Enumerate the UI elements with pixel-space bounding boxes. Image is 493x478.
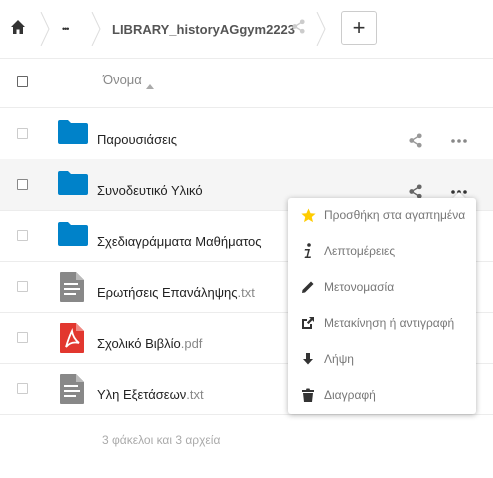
menu-item-delete[interactable]: Διαγραφή (288, 378, 476, 414)
info-icon (300, 243, 316, 259)
new-item-button[interactable]: + (341, 11, 377, 45)
breadcrumb-separator (316, 12, 326, 46)
more-icon: ••• (62, 24, 70, 34)
breadcrumb-current-folder[interactable]: LIBRARY_historyAGgym2223 (112, 0, 295, 58)
menu-item-rename[interactable]: Μετονομασία (288, 270, 476, 306)
trash-icon (300, 387, 316, 403)
pencil-icon (300, 279, 316, 295)
breadcrumb-separator (91, 12, 101, 46)
row-share-button[interactable] (408, 133, 423, 153)
breadcrumb-bar: ••• LIBRARY_historyAGgym2223 + (0, 0, 493, 59)
sort-by-name-header[interactable]: Όνομα (103, 72, 142, 87)
plus-icon: + (352, 15, 366, 40)
breadcrumb-more[interactable]: ••• (62, 0, 70, 58)
row-checkbox[interactable] (17, 281, 28, 292)
select-all-checkbox[interactable] (17, 76, 28, 87)
file-list-header: Όνομα (0, 58, 493, 108)
file-name[interactable]: Συνοδευτικό Υλικό (97, 183, 203, 198)
text-file-icon (60, 374, 84, 409)
file-actions-menu: Προσθήκη στα αγαπημένα Λεπτομέρειες Μετο… (288, 198, 476, 414)
menu-item-download[interactable]: Λήψη (288, 342, 476, 378)
file-name[interactable]: Ερωτήσεις Επανάληψης.txt (97, 285, 255, 300)
menu-item-move-or-copy[interactable]: Μετακίνηση ή αντιγραφή (288, 306, 476, 342)
file-name[interactable]: Σχεδιαγράμματα Μαθήματος (97, 234, 262, 249)
folder-icon (58, 120, 88, 149)
file-count-summary: 3 φάκελοι και 3 αρχεία (102, 433, 221, 447)
breadcrumb-separator (40, 12, 50, 46)
star-icon (300, 207, 316, 223)
folder-icon (58, 171, 88, 200)
row-checkbox[interactable] (17, 128, 28, 139)
row-checkbox[interactable] (17, 179, 28, 190)
file-row[interactable]: Παρουσιάσεις (0, 108, 493, 160)
sort-ascending-icon (146, 76, 154, 94)
home-crumb[interactable] (10, 0, 26, 58)
row-actions-button[interactable] (451, 134, 467, 152)
file-name[interactable]: Παρουσιάσεις (97, 132, 177, 147)
home-icon (10, 19, 26, 40)
row-checkbox[interactable] (17, 332, 28, 343)
pdf-file-icon (60, 323, 84, 358)
folder-icon (58, 222, 88, 251)
file-name[interactable]: Υλη Εξετάσεων.txt (97, 387, 204, 402)
external-move-icon (300, 315, 316, 331)
menu-item-add-to-favorites[interactable]: Προσθήκη στα αγαπημένα (288, 198, 476, 234)
download-icon (300, 351, 316, 367)
folder-share-button[interactable] (291, 0, 306, 58)
row-checkbox[interactable] (17, 230, 28, 241)
menu-item-details[interactable]: Λεπτομέρειες (288, 234, 476, 270)
file-name[interactable]: Σχολικό Βιβλίο.pdf (97, 336, 202, 351)
share-icon (291, 19, 306, 39)
text-file-icon (60, 272, 84, 307)
row-checkbox[interactable] (17, 383, 28, 394)
